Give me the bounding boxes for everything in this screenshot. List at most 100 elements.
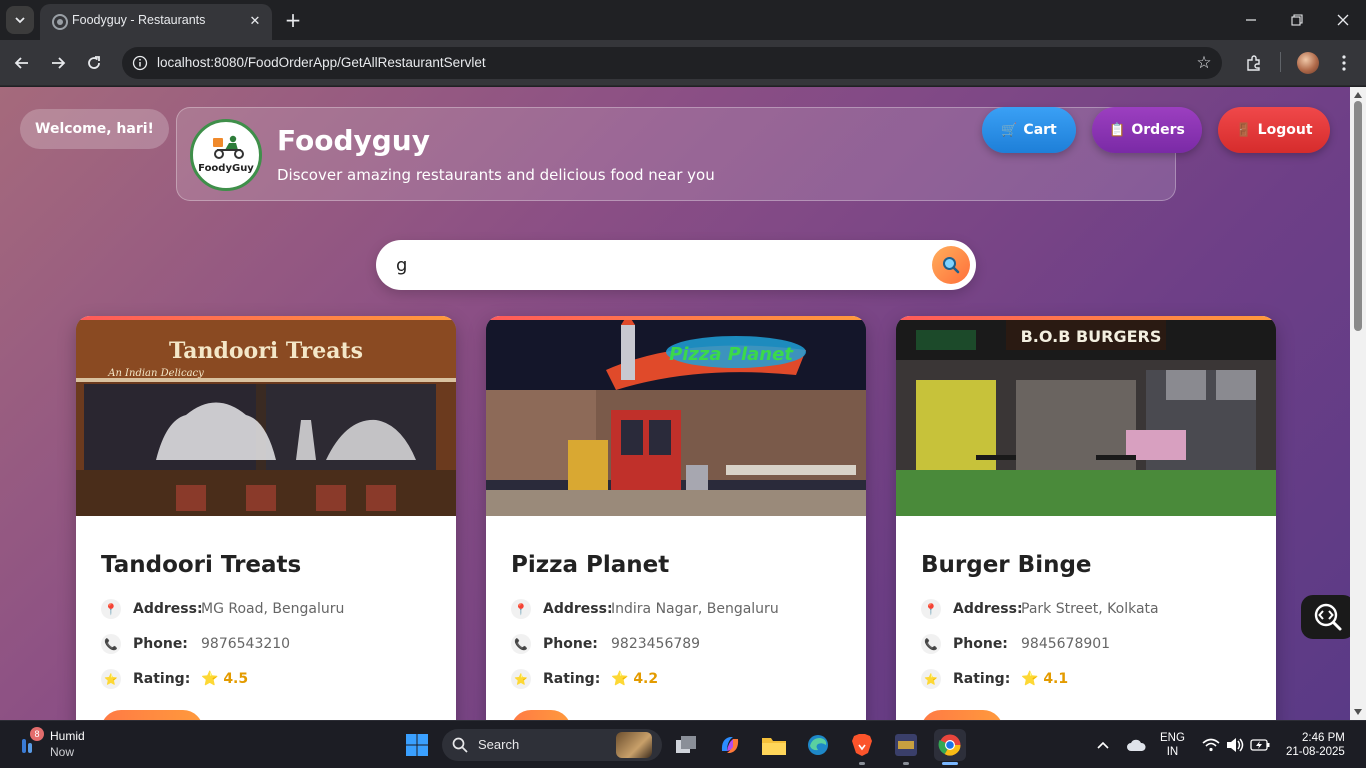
- phone-row: 📞 Phone: 9876543210: [101, 633, 290, 655]
- taskbar-search[interactable]: Search: [442, 729, 662, 761]
- pin-icon: 📍: [511, 599, 531, 619]
- onedrive-button[interactable]: [1126, 721, 1146, 768]
- region-code: IN: [1166, 746, 1179, 758]
- new-tab-button[interactable]: +: [282, 9, 304, 31]
- weather-title: Humid: [50, 729, 85, 743]
- restaurant-card[interactable]: Tandoori Treats An Indian Delicacy Tando…: [76, 316, 456, 720]
- rating-label: Rating:: [543, 671, 601, 687]
- battery-button[interactable]: [1250, 721, 1270, 768]
- pin-icon: 📍: [921, 599, 941, 619]
- search-input[interactable]: [396, 240, 916, 290]
- game-app-button[interactable]: [890, 729, 922, 761]
- address-value: Park Street, Kolkata: [1021, 601, 1159, 617]
- restaurant-search: [376, 240, 976, 290]
- profile-button[interactable]: [1294, 49, 1322, 77]
- task-view-icon: [676, 736, 696, 753]
- active-app-indicator: [942, 762, 958, 765]
- back-button[interactable]: [8, 49, 36, 77]
- view-menu-button[interactable]: [511, 710, 571, 720]
- chevron-up-icon: [1097, 741, 1109, 749]
- restaurant-card[interactable]: Pizza Planet Pizza Planet 📍 Address: Ind…: [486, 316, 866, 720]
- restaurant-name[interactable]: Pizza Planet: [511, 552, 669, 578]
- start-button[interactable]: [401, 729, 433, 761]
- delivery-scooter-icon: [213, 135, 244, 159]
- language-code: ENG: [1160, 732, 1185, 744]
- cart-button-label: Cart: [1023, 122, 1057, 138]
- page-scrollbar[interactable]: [1350, 87, 1366, 720]
- forward-button[interactable]: [44, 49, 72, 77]
- close-window-button[interactable]: [1320, 0, 1366, 40]
- chrome-button[interactable]: [934, 729, 966, 761]
- arrow-left-icon: [14, 57, 28, 69]
- floating-assist-button[interactable]: [1301, 595, 1350, 639]
- wifi-icon: [1202, 738, 1220, 752]
- url-text[interactable]: localhost:8080/FoodOrderApp/GetAllRestau…: [157, 55, 486, 70]
- browser-menu-button[interactable]: [1330, 49, 1358, 77]
- search-icon: [943, 257, 960, 274]
- view-menu-button[interactable]: [101, 710, 203, 720]
- running-app-indicator: [859, 762, 865, 765]
- task-view-button[interactable]: [670, 729, 702, 761]
- search-button[interactable]: [932, 246, 970, 284]
- site-logo[interactable]: FoodyGuy: [190, 119, 262, 191]
- reload-icon: [88, 56, 100, 69]
- minimize-button[interactable]: [1228, 0, 1274, 40]
- volume-button[interactable]: [1226, 721, 1244, 768]
- tab-search-menu-button[interactable]: [6, 6, 34, 34]
- restaurant-photo[interactable]: Tandoori Treats An Indian Delicacy: [76, 320, 456, 516]
- game-app-icon: [895, 734, 917, 756]
- copilot-icon: [721, 737, 739, 753]
- brand-title: Foodyguy: [277, 124, 430, 157]
- restaurant-name[interactable]: Tandoori Treats: [101, 552, 301, 578]
- restore-button[interactable]: [1274, 0, 1320, 40]
- logout-button[interactable]: 🚪 Logout: [1218, 107, 1330, 153]
- browser-tab[interactable]: Foodyguy - Restaurants ✕: [40, 4, 272, 40]
- edge-button[interactable]: [802, 729, 834, 761]
- file-explorer-button[interactable]: [758, 729, 790, 761]
- puzzle-icon: [1247, 55, 1260, 71]
- star-icon: ⭐: [511, 669, 531, 689]
- weather-widget[interactable]: 8 Humid Now: [14, 727, 134, 761]
- show-hidden-icons-button[interactable]: [1096, 721, 1110, 768]
- phone-label: Phone:: [543, 636, 598, 652]
- toolbar-divider: [1280, 52, 1281, 72]
- edge-icon: [808, 735, 828, 755]
- view-menu-button[interactable]: [921, 710, 1003, 720]
- taskbar-search-label: Search: [478, 737, 520, 752]
- extensions-button[interactable]: [1240, 49, 1268, 77]
- weather-subtitle: Now: [50, 745, 75, 759]
- welcome-badge: Welcome, hari!: [20, 109, 169, 149]
- cart-button[interactable]: 🛒 Cart: [982, 107, 1076, 153]
- browser-toolbar: localhost:8080/FoodOrderApp/GetAllRestau…: [0, 40, 1366, 86]
- restaurant-card[interactable]: B.O.B BURGERS Burger Binge 📍 Address: Pa…: [896, 316, 1276, 720]
- scroll-up-arrow-icon[interactable]: [1354, 92, 1362, 98]
- close-tab-icon[interactable]: ✕: [246, 12, 264, 30]
- phone-value: 9876543210: [201, 636, 291, 652]
- bookmark-star-icon[interactable]: ☆: [1194, 53, 1214, 73]
- chevron-down-icon: [15, 17, 25, 24]
- restaurant-photo[interactable]: B.O.B BURGERS: [896, 320, 1276, 516]
- restaurant-photo[interactable]: Pizza Planet: [486, 320, 866, 516]
- sign-text: B.O.B BURGERS: [1021, 327, 1162, 346]
- pin-icon: 📍: [101, 599, 121, 619]
- brave-button[interactable]: [846, 729, 878, 761]
- rating-label: Rating:: [953, 671, 1011, 687]
- network-button[interactable]: [1202, 721, 1220, 768]
- address-bar[interactable]: localhost:8080/FoodOrderApp/GetAllRestau…: [122, 47, 1222, 79]
- search-icon: [452, 737, 468, 753]
- address-row: 📍 Address: MG Road, Bengaluru: [101, 598, 344, 620]
- star-icon: ⭐: [101, 669, 121, 689]
- kebab-menu-icon: [1342, 55, 1346, 71]
- phone-label: Phone:: [953, 636, 1008, 652]
- orders-button[interactable]: 📋 Orders: [1092, 107, 1202, 153]
- browser-titlebar: Foodyguy - Restaurants ✕ +: [0, 0, 1366, 40]
- scrollbar-thumb[interactable]: [1354, 101, 1362, 331]
- reload-button[interactable]: [80, 49, 108, 77]
- restaurant-name[interactable]: Burger Binge: [921, 552, 1092, 578]
- copilot-button[interactable]: [714, 729, 746, 761]
- scroll-down-arrow-icon[interactable]: [1354, 709, 1362, 715]
- language-indicator[interactable]: ENG IN: [1160, 721, 1185, 768]
- rating-row: ⭐ Rating: ⭐ 4.5: [101, 668, 248, 690]
- info-icon[interactable]: [132, 55, 148, 71]
- system-clock[interactable]: 2:46 PM 21-08-2025: [1286, 721, 1345, 768]
